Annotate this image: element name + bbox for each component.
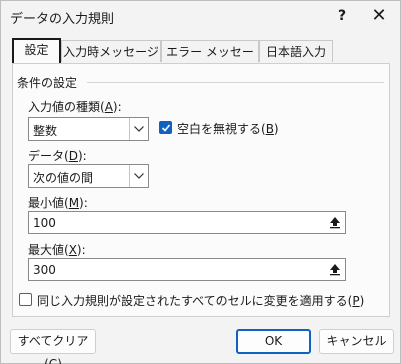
tab-ime-label: 日本語入力: [265, 45, 326, 59]
allow-dropdown-value: 整数: [33, 124, 58, 138]
chevron-down-icon: [134, 126, 144, 132]
cancel-label: キャンセル: [326, 334, 387, 348]
ok-label: OK: [264, 334, 283, 348]
tab-ime[interactable]: 日本語入力: [259, 40, 333, 62]
data-dropdown-arrow[interactable]: [129, 165, 148, 187]
allow-dropdown[interactable]: 整数: [28, 117, 149, 141]
tab-error-message[interactable]: エラー メッセージ: [161, 40, 259, 81]
apply-all-label[interactable]: 同じ入力規則が設定されたすべてのセルに変更を適用する(P): [37, 292, 364, 309]
ignore-blank-label[interactable]: 空白を無視する(B): [177, 120, 279, 137]
chevron-down-icon: [134, 173, 144, 179]
checkmark-icon: [161, 124, 171, 132]
ignore-blank-checkbox[interactable]: [159, 121, 172, 134]
collapse-dialog-icon: [330, 217, 340, 229]
tab-input-message[interactable]: 入力時メッセージ: [61, 40, 161, 62]
maximum-input-value: 300: [33, 263, 56, 277]
clear-all-button[interactable]: すべてクリア(C): [10, 329, 96, 364]
allow-dropdown-arrow[interactable]: [129, 118, 148, 140]
criteria-group-label: 条件の設定: [17, 76, 78, 90]
collapse-dialog-icon: [330, 264, 340, 276]
group-divider: [87, 82, 384, 83]
tab-input-message-label: 入力時メッセージ: [63, 45, 159, 59]
minimum-label: 最小値(M):: [28, 196, 88, 210]
ok-button[interactable]: OK: [236, 329, 311, 354]
data-dropdown-value: 次の値の間: [33, 171, 94, 185]
title-bar: データの入力規則 ? ✕: [1, 1, 400, 31]
minimum-input-value: 100: [33, 216, 56, 230]
close-button[interactable]: ✕: [367, 6, 391, 26]
help-icon: ?: [337, 8, 347, 24]
maximum-input[interactable]: 300: [28, 258, 346, 281]
cancel-button[interactable]: キャンセル: [319, 329, 394, 354]
apply-all-checkbox[interactable]: [19, 293, 32, 306]
tab-settings[interactable]: 設定: [12, 38, 61, 63]
data-label: データ(D):: [28, 149, 87, 163]
dialog-title: データの入力規則: [10, 12, 115, 27]
close-icon: ✕: [371, 5, 387, 26]
maximum-label: 最大値(X):: [28, 243, 86, 257]
help-button[interactable]: ?: [330, 6, 354, 26]
maximum-range-select-button[interactable]: [326, 260, 344, 279]
tab-settings-label: 設定: [24, 43, 49, 57]
data-dropdown[interactable]: 次の値の間: [28, 164, 149, 188]
minimum-input[interactable]: 100: [28, 211, 346, 234]
allow-label: 入力値の種類(A):: [28, 100, 122, 114]
minimum-range-select-button[interactable]: [326, 213, 344, 232]
data-validation-dialog: データの入力規則 ? ✕ 設定 入力時メッセージ エラー メッセージ 日本語入力…: [0, 0, 401, 364]
